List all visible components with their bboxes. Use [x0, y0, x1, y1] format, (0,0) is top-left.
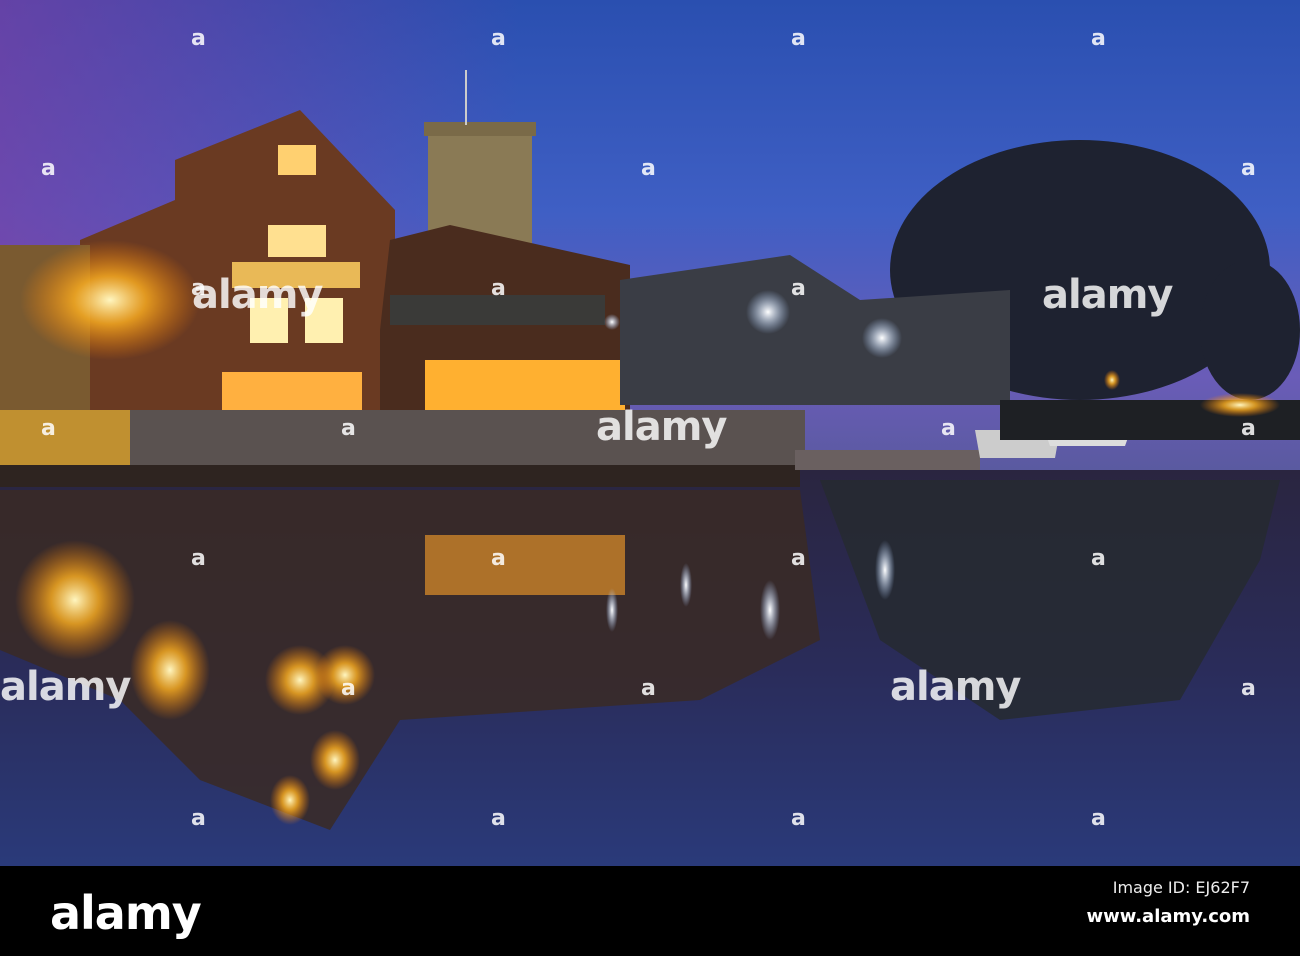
watermark-letter: a — [1241, 676, 1256, 701]
watermark-logo: alamy — [596, 404, 727, 450]
watermark-logo: alamy — [192, 272, 323, 318]
watermark-letter: a — [791, 26, 806, 51]
image-id: Image ID: EJ62F7 — [1112, 878, 1250, 897]
alamy-logo: alamy — [50, 886, 202, 940]
watermark-letter: a — [41, 156, 56, 181]
watermark-letter: a — [791, 806, 806, 831]
watermark-letter: a — [191, 546, 206, 571]
watermark-letter: a — [341, 416, 356, 441]
footer-bar: alamy Image ID: EJ62F7 www.alamy.com — [0, 866, 1300, 956]
watermark-letter: a — [341, 676, 356, 701]
watermark-letter: a — [641, 676, 656, 701]
watermark-letter: a — [941, 416, 956, 441]
jetty — [795, 450, 980, 470]
watermark-logo: alamy — [0, 664, 131, 710]
watermark-letter: a — [41, 416, 56, 441]
watermark-letter: a — [1091, 26, 1106, 51]
watermark-letter: a — [491, 26, 506, 51]
watermark-logo: alamy — [1042, 272, 1173, 318]
watermark-letter: a — [191, 26, 206, 51]
watermark-letter: a — [491, 806, 506, 831]
site-url: www.alamy.com — [1086, 906, 1250, 927]
watermark-letter: a — [791, 546, 806, 571]
watermark-letter: a — [191, 806, 206, 831]
watermark-letter: a — [1241, 156, 1256, 181]
watermark-logo: alamy — [890, 664, 1021, 710]
watermark-letter: a — [1091, 546, 1106, 571]
watermark-letter: a — [1241, 416, 1256, 441]
watermark-letter: a — [491, 276, 506, 301]
watermark-letter: a — [1091, 806, 1106, 831]
watermark-letter: a — [641, 156, 656, 181]
watermark-letter: a — [791, 276, 806, 301]
watermark-letter: a — [491, 546, 506, 571]
